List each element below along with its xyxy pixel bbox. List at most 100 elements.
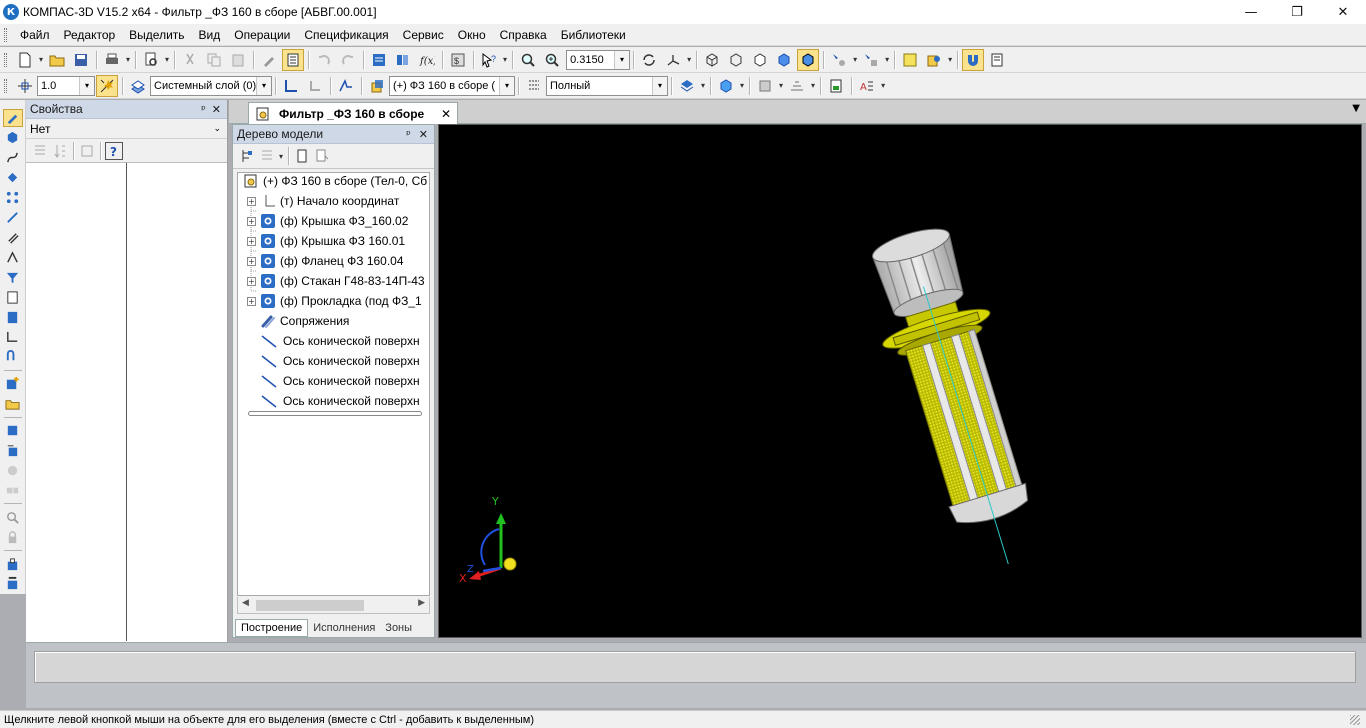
tree-item-part[interactable]: + (ф) Стакан Г48-83-14П-43 <box>247 271 425 291</box>
minimize-button[interactable]: — <box>1228 0 1274 24</box>
maximize-button[interactable]: ❐ <box>1274 0 1320 24</box>
lock-icon[interactable] <box>3 528 23 546</box>
explode-icon[interactable] <box>3 481 23 499</box>
tree-item-part[interactable]: + (ф) Фланец ФЗ 160.04 <box>247 251 404 271</box>
magnet-icon[interactable] <box>962 48 985 71</box>
color-dropdown-icon[interactable]: ▾ <box>740 81 744 90</box>
menu-edit[interactable]: Редактор <box>57 24 123 46</box>
component-select[interactable]: (+) ФЗ 160 в сборе (▾ <box>389 75 515 96</box>
solid-ops-icon[interactable] <box>3 129 23 147</box>
paste-icon[interactable] <box>227 49 249 71</box>
toolbar2-grip[interactable] <box>4 78 7 93</box>
measure-icon[interactable]: $ <box>447 49 469 71</box>
texture-dropdown-icon[interactable]: ▾ <box>701 81 705 90</box>
menu-operations[interactable]: Операции <box>227 24 297 46</box>
step-field[interactable]: 1.0 ▾ <box>37 75 95 96</box>
menu-help[interactable]: Справка <box>493 24 554 46</box>
menu-select[interactable]: Выделить <box>122 24 191 46</box>
layers-icon[interactable] <box>127 75 149 97</box>
menu-view[interactable]: Вид <box>192 24 228 46</box>
hidden-thin-icon[interactable] <box>749 49 771 71</box>
properties-column-divider[interactable] <box>126 163 127 641</box>
filter-select-icon[interactable] <box>828 49 850 71</box>
construction-icon[interactable] <box>3 209 23 227</box>
expand-icon[interactable]: + <box>247 296 256 306</box>
menu-file[interactable]: Файл <box>13 24 57 46</box>
filter-2-dropdown-icon[interactable]: ▾ <box>885 55 889 64</box>
property-pages-icon[interactable] <box>78 142 96 160</box>
menu-window[interactable]: Окно <box>451 24 493 46</box>
move-component-icon[interactable] <box>3 422 23 440</box>
wireframe-icon[interactable] <box>701 49 723 71</box>
tab-zones[interactable]: Зоны <box>380 620 417 636</box>
new-document-icon[interactable] <box>14 49 36 71</box>
reports-icon[interactable] <box>3 308 23 326</box>
expand-icon[interactable]: + <box>247 276 256 286</box>
command-field[interactable] <box>34 651 1356 683</box>
object-manager-icon[interactable] <box>923 49 945 71</box>
categorized-icon[interactable] <box>31 142 49 160</box>
component-icon[interactable] <box>366 75 388 97</box>
tree-close-icon[interactable]: ✕ <box>419 128 428 141</box>
annotation-icon[interactable]: A <box>856 75 878 97</box>
properties-brush-icon[interactable] <box>258 49 280 71</box>
menu-specification[interactable]: Спецификация <box>297 24 395 46</box>
filter-select-2-icon[interactable] <box>860 49 882 71</box>
tree-item-origin[interactable]: + (т) Начало координат <box>247 191 399 211</box>
tree-item-axis[interactable]: Ось конической поверхн <box>259 351 420 371</box>
report-icon[interactable] <box>825 75 847 97</box>
save-icon[interactable] <box>70 49 92 71</box>
coordinate-system-icon[interactable] <box>280 75 302 97</box>
scroll-left-icon[interactable]: ◀ <box>242 598 249 608</box>
tab-versions[interactable]: Исполнения <box>308 620 380 636</box>
sections-icon[interactable] <box>754 75 776 97</box>
properties-close-icon[interactable]: ✕ <box>212 103 221 116</box>
zoom-scale-arrow-icon[interactable]: ▾ <box>614 50 630 69</box>
print-icon[interactable] <box>101 49 123 71</box>
tree-pin-icon[interactable]: ᵖ <box>406 128 411 141</box>
snap-icon[interactable] <box>96 74 118 97</box>
document-tab[interactable]: Фильтр _ФЗ 160 в сборе ✕ <box>248 102 458 124</box>
resize-grip-icon[interactable] <box>1350 714 1360 725</box>
zoom-scale-field[interactable]: 0.3150 ▾ <box>566 49 631 70</box>
sort-alpha-icon[interactable] <box>51 142 69 160</box>
tree-item-root[interactable]: (+) ФЗ 160 в сборе (Тел-0, Сб <box>242 173 427 191</box>
measure-tool-icon[interactable] <box>3 248 23 266</box>
tolerance-icon[interactable] <box>786 75 808 97</box>
cut-icon[interactable] <box>179 49 201 71</box>
orientation-icon[interactable] <box>662 49 684 71</box>
tree-item-part[interactable]: + (ф) Крышка ФЗ_160.02 <box>247 211 408 231</box>
collision-icon[interactable] <box>3 461 23 479</box>
array-icon[interactable] <box>3 189 23 207</box>
display-mode-select[interactable]: Полный ▾ <box>546 75 668 96</box>
tree-item-axis[interactable]: Ось конической поверхн <box>259 391 420 411</box>
assembly-tools-2-icon[interactable] <box>3 575 23 593</box>
object-manager-dropdown-icon[interactable]: ▾ <box>948 55 952 64</box>
tree-mode-dropdown-icon[interactable]: ▾ <box>279 152 283 161</box>
close-button[interactable]: ✕ <box>1320 0 1366 24</box>
curve-icon[interactable] <box>3 149 23 167</box>
rotate-component-icon[interactable] <box>3 442 23 460</box>
show-all-icon[interactable] <box>899 49 921 71</box>
undo-icon[interactable] <box>313 49 335 71</box>
elements-icon[interactable] <box>3 328 23 346</box>
sections-dropdown-icon[interactable]: ▾ <box>779 81 783 90</box>
document-tab-close-icon[interactable]: ✕ <box>441 107 451 121</box>
menu-service[interactable]: Сервис <box>396 24 451 46</box>
menu-grip[interactable] <box>4 27 7 42</box>
add-component-icon[interactable] <box>3 375 23 393</box>
assembly-tools-icon[interactable] <box>3 555 23 573</box>
expand-icon[interactable]: + <box>247 256 256 266</box>
tree-sync-icon[interactable] <box>313 147 331 165</box>
print-dropdown-icon[interactable]: ▾ <box>126 55 130 64</box>
toolbar-config-icon[interactable] <box>986 49 1008 71</box>
new-dropdown-icon[interactable]: ▾ <box>39 55 43 64</box>
help-dropdown-icon[interactable]: ▾ <box>503 55 507 64</box>
rotate-icon[interactable] <box>638 49 660 71</box>
scroll-thumb[interactable] <box>256 600 364 611</box>
copy-icon[interactable] <box>203 49 225 71</box>
local-cs-icon[interactable] <box>304 75 326 97</box>
display-mode-arrow-icon[interactable]: ▾ <box>652 76 667 95</box>
tree-structure-icon[interactable] <box>238 147 256 165</box>
object-select-arrow-icon[interactable]: ⌄ <box>213 124 221 134</box>
